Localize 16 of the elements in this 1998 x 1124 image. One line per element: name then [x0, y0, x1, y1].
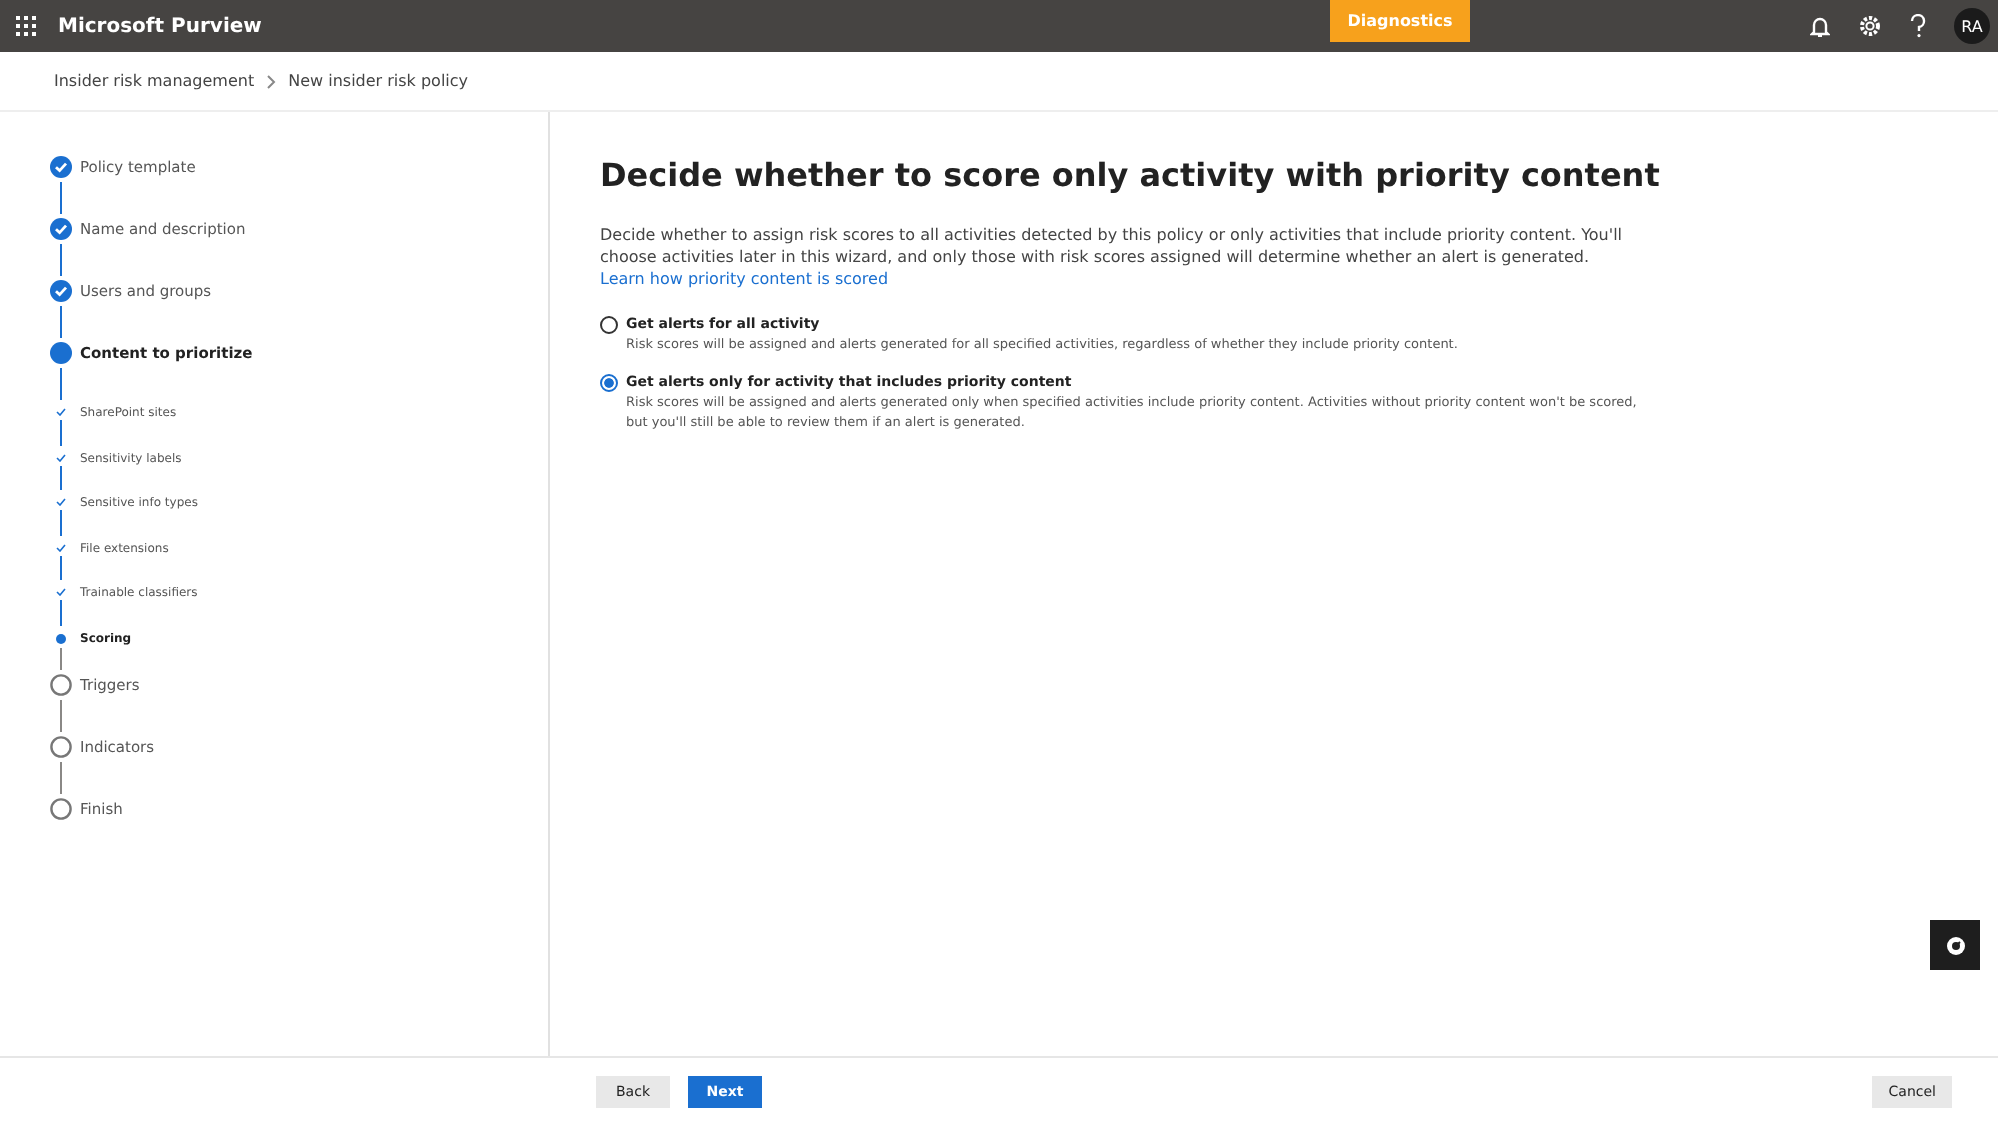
learn-more-link[interactable]: Learn how priority content is scored [600, 270, 889, 288]
user-avatar[interactable]: RA [1954, 8, 1990, 44]
app-title[interactable]: Microsoft Purview [58, 15, 262, 37]
app-launcher-icon[interactable] [16, 16, 36, 36]
feedback-button[interactable] [1930, 920, 1980, 970]
radio-button[interactable] [600, 374, 618, 392]
bell-icon[interactable] [1810, 15, 1830, 37]
description-text: Decide whether to assign risk scores to all activities detected by this policy or only activities that include priority content. You'll choose activities later in this wizard, and only those with risk scores assigned will determine whether an alert is generated. Learn how priority content is scored [600, 224, 1625, 290]
breadcrumb-current: New insider risk policy [288, 72, 469, 90]
breadcrumb-link[interactable]: Insider risk management [54, 72, 255, 90]
page-title: Decide whether to score only activity with priority content [600, 156, 1662, 194]
help-icon[interactable] [1910, 14, 1926, 38]
gauge-icon [1945, 935, 1965, 955]
chevron-right-icon [266, 73, 277, 89]
radio-button[interactable] [600, 316, 618, 334]
settings-icon[interactable] [1858, 14, 1882, 38]
